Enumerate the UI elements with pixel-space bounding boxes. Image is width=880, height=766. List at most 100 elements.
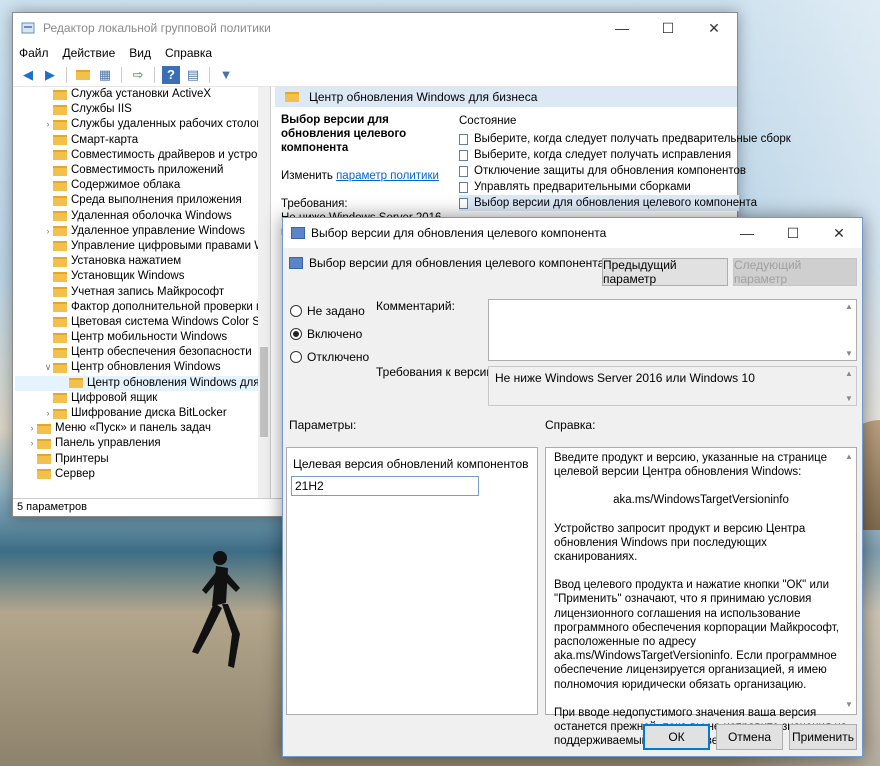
policy-item-selected[interactable]: Выбор версии для обновления целевого ком…	[459, 195, 757, 211]
policy-item[interactable]: Управлять предварительными сборками	[459, 179, 739, 195]
ok-button[interactable]: ОК	[643, 724, 710, 750]
tree-item[interactable]: ∨ Центр обновления Windows	[15, 360, 270, 375]
folder-icon	[53, 180, 67, 191]
tree-item[interactable]: › Меню «Пуск» и панель задач	[15, 421, 270, 436]
tree-item[interactable]: Принтеры	[15, 452, 270, 467]
tree-item[interactable]: › Службы удаленных рабочих столов	[15, 117, 270, 132]
tree-item[interactable]: Цветовая система Windows Color System	[15, 315, 270, 330]
tree-item[interactable]: Удаленная оболочка Windows	[15, 209, 270, 224]
tree-item[interactable]: Содержимое облака	[15, 178, 270, 193]
comment-scrollbar[interactable]: ▲ ▼	[842, 300, 856, 360]
edit-policy-link[interactable]: параметр политики	[336, 170, 439, 182]
tree-item[interactable]: Управление цифровыми правами Window	[15, 239, 270, 254]
forward-arrow-icon[interactable]: ▶	[41, 66, 59, 84]
radio-not-set[interactable]: Не задано	[290, 304, 365, 318]
tree-item-label: Панель управления	[55, 437, 161, 450]
menu-action[interactable]: Действие	[63, 46, 116, 60]
dialog-close-button[interactable]: ✕	[816, 218, 862, 248]
help-scrollbar[interactable]: ▲ ▼	[842, 448, 856, 714]
chevron-right-icon[interactable]: ›	[27, 436, 37, 451]
close-button[interactable]: ✕	[691, 13, 737, 43]
folder-icon	[37, 469, 51, 480]
tree-item-label: Удаленное управление Windows	[71, 224, 246, 237]
policy-dialog: Выбор версии для обновления целевого ком…	[282, 217, 863, 757]
tree-item[interactable]: › Шифрование диска BitLocker	[15, 406, 270, 421]
tree-item[interactable]: Установка нажатием	[15, 254, 270, 269]
back-arrow-icon[interactable]: ◀	[19, 66, 37, 84]
cancel-button[interactable]: Отмена	[716, 724, 783, 750]
folder-icon	[53, 287, 67, 298]
tree-item[interactable]: Службы IIS	[15, 102, 270, 117]
radio-disabled[interactable]: Отключено	[290, 350, 369, 364]
tree-scrollbar[interactable]	[258, 87, 270, 499]
policy-list: Состояние Выберите, когда следует получа…	[459, 113, 791, 211]
folder-icon	[69, 378, 83, 389]
radio-enabled[interactable]: Включено	[290, 327, 362, 341]
minimize-button[interactable]: —	[599, 13, 645, 43]
dialog-maximize-button[interactable]: ☐	[770, 218, 816, 248]
chevron-right-icon[interactable]: ›	[43, 117, 53, 132]
menu-help[interactable]: Справка	[165, 46, 212, 60]
export-list-icon[interactable]: ⇨	[129, 66, 147, 84]
state-column-header[interactable]: Состояние	[459, 113, 739, 129]
tree-item[interactable]: Цифровой ящик	[15, 391, 270, 406]
folder-icon	[53, 362, 67, 373]
tree-item[interactable]: Сервер	[15, 467, 270, 482]
comment-textarea[interactable]: ▲ ▼	[488, 299, 857, 361]
tree-item[interactable]: Центр обеспечения безопасности	[15, 345, 270, 360]
tree-item[interactable]: Служба установки ActiveX	[15, 87, 270, 102]
help-paragraph: Устройство запросит продукт и версию Цен…	[554, 522, 806, 564]
tree-item[interactable]: Установщик Windows	[15, 269, 270, 284]
help-paragraph: Ввод целевого продукта и нажатие кнопки …	[554, 579, 839, 691]
policy-description-title: Выбор версии для обновления целевого ком…	[281, 114, 407, 154]
policy-item[interactable]: Выберите, когда следует получать исправл…	[459, 147, 739, 163]
tree-item-label: Управление цифровыми правами Window	[71, 239, 270, 252]
filter-icon[interactable]: ▼	[217, 66, 235, 84]
target-version-input[interactable]: 21H2	[291, 476, 479, 496]
dialog-minimize-button[interactable]: —	[724, 218, 770, 248]
help-icon[interactable]: ?	[162, 65, 180, 84]
policy-icon	[291, 227, 305, 239]
chevron-right-icon[interactable]: ›	[27, 421, 37, 436]
tree-item[interactable]: › Удаленное управление Windows	[15, 224, 270, 239]
show-hide-tree-icon[interactable]: ▦	[96, 66, 114, 84]
folder-icon	[53, 393, 67, 404]
apply-button[interactable]: Применить	[789, 724, 857, 750]
target-version-label: Целевая версия обновлений компонентов	[293, 457, 529, 471]
details-pane: Центр обновления Windows для бизнеса Выб…	[275, 87, 791, 238]
requirements-scrollbar[interactable]: ▲ ▼	[842, 367, 856, 405]
policy-item[interactable]: Отключение защиты для обновления компоне…	[459, 163, 746, 179]
parameters-label: Параметры:	[289, 418, 357, 432]
tree-item-label: Установщик Windows	[71, 270, 185, 283]
policy-tree: Служба установки ActiveX Службы IIS › Служб…	[15, 87, 271, 499]
tree-item[interactable]: Совместимость приложений	[15, 163, 270, 178]
tree-item[interactable]: Смарт-карта	[15, 133, 270, 148]
tree-item-label: Шифрование диска BitLocker	[71, 407, 227, 420]
next-setting-button[interactable]: Следующий параметр	[733, 258, 857, 286]
properties-icon[interactable]: ▤	[184, 66, 202, 84]
up-folder-icon[interactable]	[74, 66, 92, 84]
chevron-right-icon[interactable]: ›	[43, 406, 53, 421]
chevron-right-icon[interactable]: ›	[43, 224, 53, 239]
tree-item-label: Сервер	[55, 467, 95, 480]
previous-setting-button[interactable]: Предыдущий параметр	[602, 258, 728, 286]
tree-item[interactable]: Фактор дополнительной проверки подли	[15, 300, 270, 315]
tree-item[interactable]: Центр обновления Windows для бизне	[15, 375, 270, 391]
menu-file[interactable]: Файл	[19, 46, 49, 60]
tree-item[interactable]: › Панель управления	[15, 436, 270, 451]
tree-item[interactable]: Совместимость драйверов и устройств	[15, 148, 270, 163]
tree-scroll-thumb[interactable]	[260, 347, 268, 437]
maximize-button[interactable]: ☐	[645, 13, 691, 43]
folder-icon	[53, 104, 67, 115]
tree-item-label: Смарт-карта	[71, 133, 139, 146]
menu-view[interactable]: Вид	[129, 46, 151, 60]
tree-item[interactable]: Центр мобильности Windows	[15, 330, 270, 345]
tree-item[interactable]: Учетная запись Майкрософт	[15, 284, 270, 299]
policy-item[interactable]: Выберите, когда следует получать предвар…	[459, 131, 791, 147]
tree-item[interactable]: Среда выполнения приложения	[15, 193, 270, 208]
dialog-policy-name: Выбор версии для обновления целевого ком…	[289, 256, 604, 270]
chevron-down-icon[interactable]: ∨	[43, 360, 53, 375]
parameters-panel: Целевая версия обновлений компонентов 21…	[286, 447, 538, 715]
folder-icon	[53, 317, 67, 328]
toolbar-separator	[154, 66, 155, 83]
